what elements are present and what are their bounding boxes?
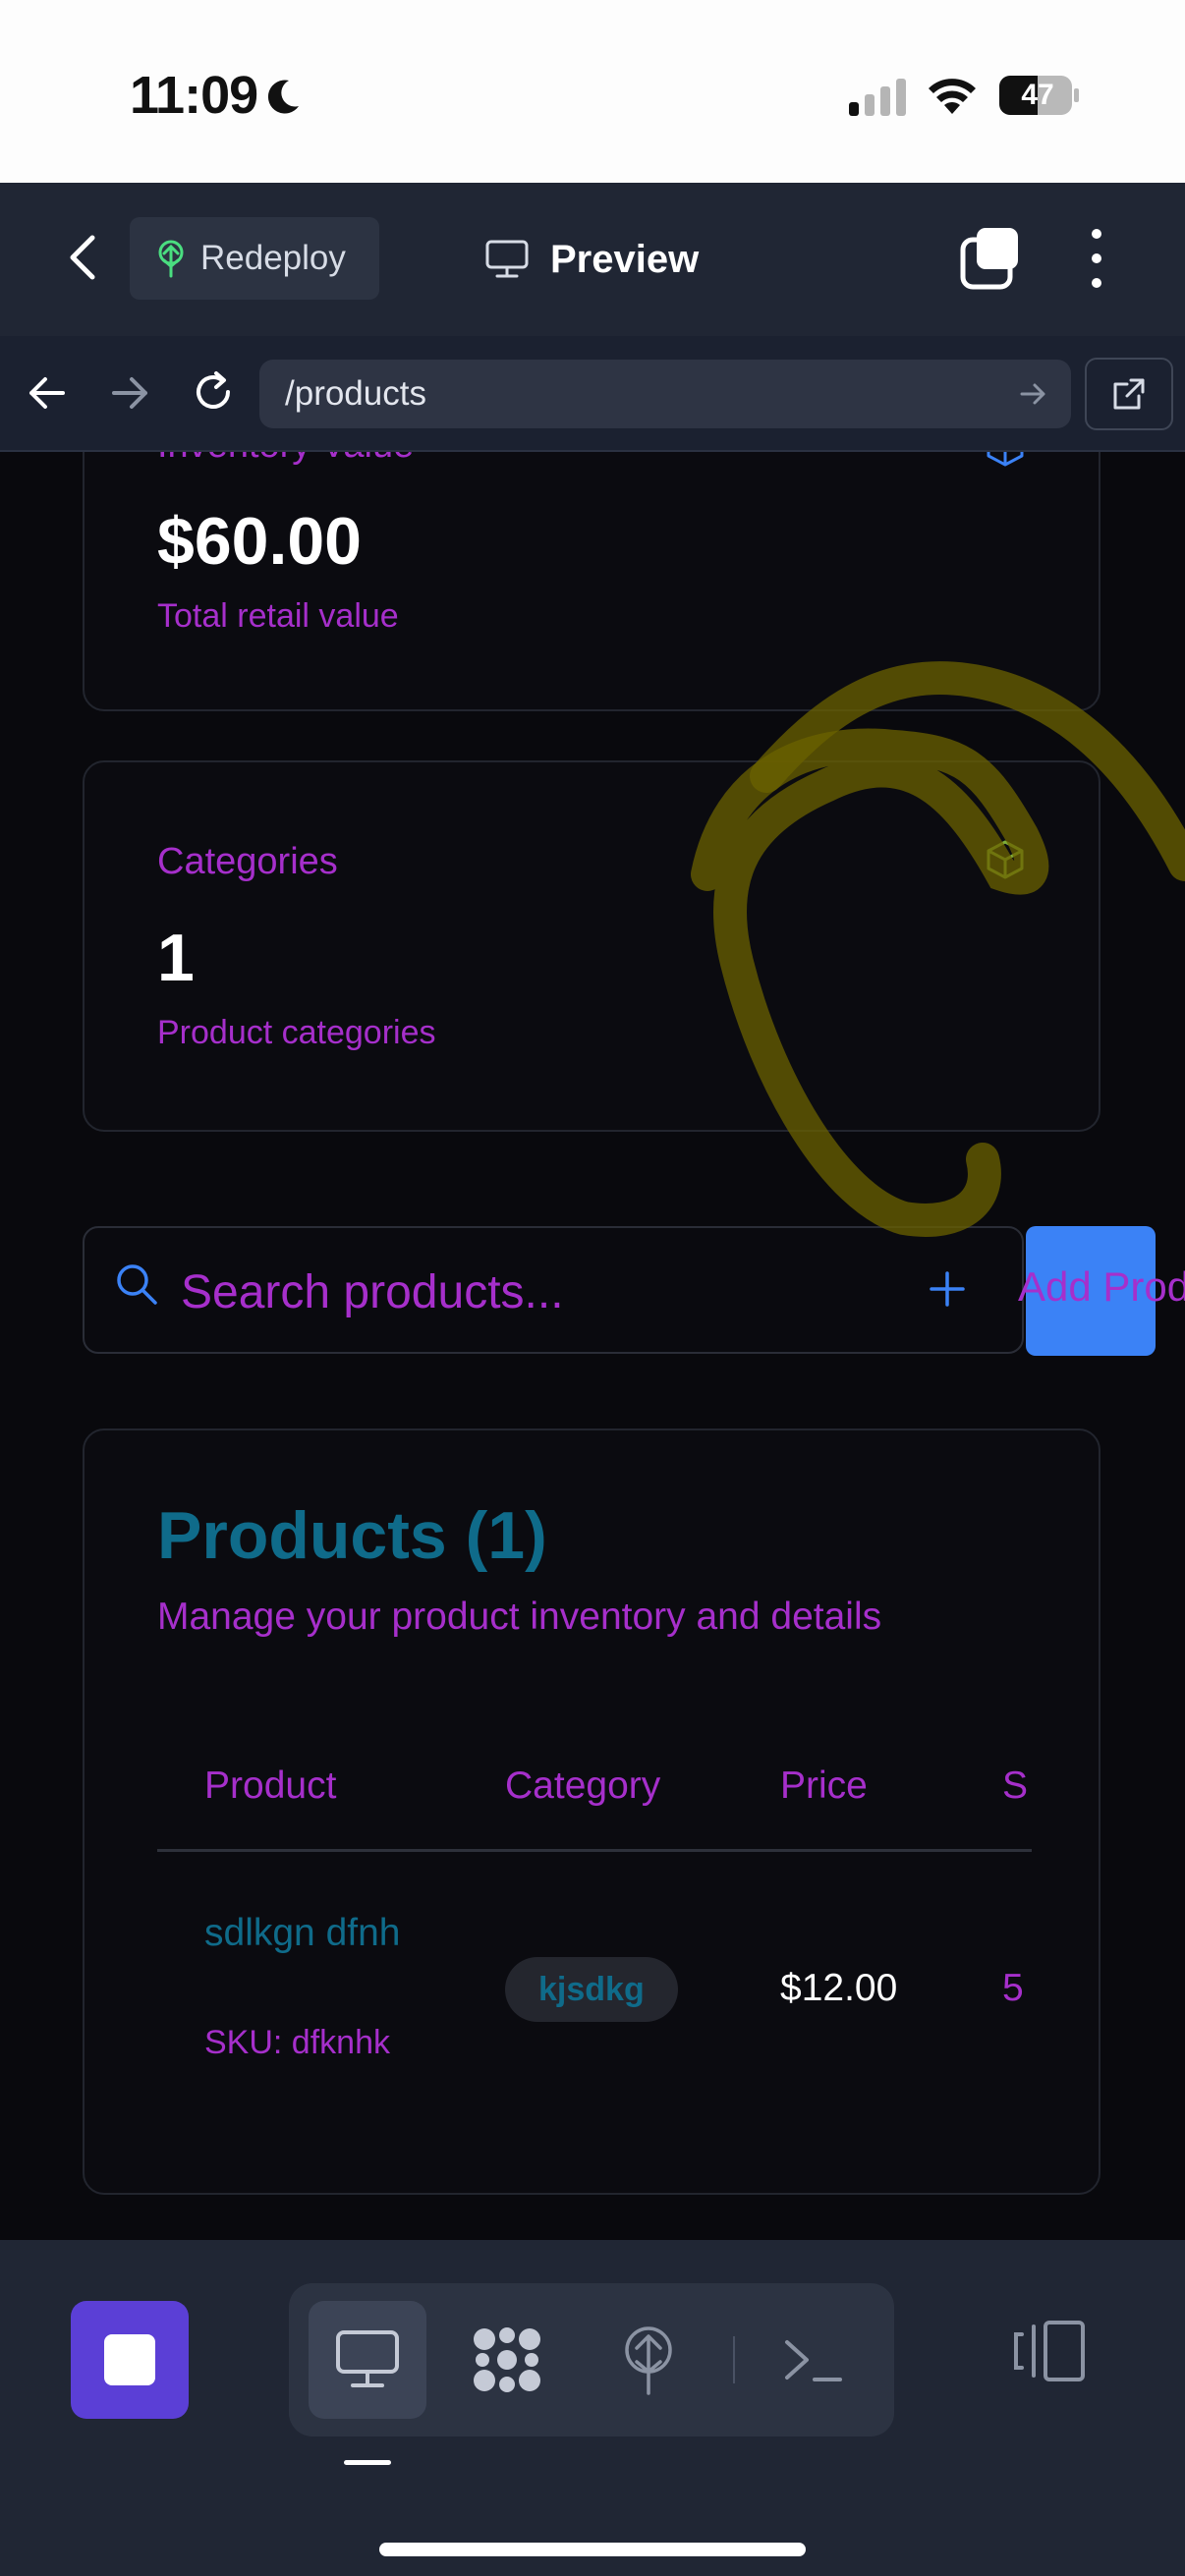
mode-divider bbox=[733, 2336, 735, 2383]
stop-button[interactable] bbox=[71, 2301, 189, 2419]
reload-icon[interactable] bbox=[189, 367, 238, 417]
go-arrow-icon[interactable] bbox=[1018, 379, 1049, 409]
card-subtitle: Product categories bbox=[157, 1014, 436, 1051]
active-tab-indicator bbox=[344, 2460, 391, 2465]
page-content: Inventory Value $60.00 Total retail valu… bbox=[0, 452, 1185, 2240]
product-price: $12.00 bbox=[780, 1967, 898, 2009]
preview-label: Preview bbox=[550, 237, 700, 281]
bottom-bar bbox=[0, 2240, 1185, 2576]
monitor-icon bbox=[485, 240, 529, 278]
battery-icon: 47 bbox=[998, 75, 1081, 116]
status-time: 11:09 bbox=[130, 66, 258, 125]
table-header-divider bbox=[157, 1849, 1032, 1852]
mode-deploy-button[interactable] bbox=[590, 2301, 707, 2419]
deploy-tree-icon bbox=[158, 240, 184, 278]
card-subtitle: Total retail value bbox=[157, 597, 399, 635]
open-external-button[interactable] bbox=[1085, 358, 1173, 430]
search-icon bbox=[117, 1264, 157, 1305]
products-title: Products (1) bbox=[157, 1498, 547, 1573]
product-stock: 5 bbox=[1002, 1967, 1024, 2009]
battery-level: 47 bbox=[1021, 79, 1054, 111]
product-sku: SKU: dfknhk bbox=[204, 2024, 390, 2061]
external-link-icon bbox=[1113, 378, 1145, 410]
mode-preview-button[interactable] bbox=[309, 2301, 426, 2419]
stop-icon bbox=[104, 2334, 155, 2385]
layout-toggle-icon[interactable] bbox=[1012, 2317, 1087, 2385]
mode-switcher bbox=[289, 2283, 894, 2436]
home-indicator bbox=[379, 2543, 806, 2556]
column-header-category: Category bbox=[505, 1764, 661, 1807]
terminal-icon bbox=[785, 2340, 842, 2381]
app-screen: 11:09 47 Redeploy Preview /products $60.… bbox=[0, 0, 1185, 2576]
monitor-icon bbox=[336, 2330, 399, 2387]
product-name: sdlkgn dfnh bbox=[204, 1912, 401, 1954]
mode-terminal-button[interactable] bbox=[755, 2301, 873, 2419]
column-header-product: Product bbox=[204, 1764, 337, 1807]
column-header-price: Price bbox=[780, 1764, 868, 1807]
card-label: Inventory Value bbox=[157, 452, 414, 467]
categories-card: Categories 1 Product categories bbox=[83, 760, 1100, 1132]
inventory-value-card: Inventory Value $60.00 Total retail valu… bbox=[83, 452, 1100, 711]
url-bar: /products bbox=[0, 336, 1185, 452]
card-value: 1 bbox=[157, 921, 195, 995]
status-bar: 11:09 47 bbox=[0, 0, 1185, 183]
grid-dots-icon bbox=[474, 2327, 540, 2392]
mode-apps-button[interactable] bbox=[448, 2301, 566, 2419]
more-vertical-icon[interactable] bbox=[1075, 226, 1118, 291]
moon-icon bbox=[267, 80, 299, 114]
category-badge: kjsdkg bbox=[505, 1957, 678, 2022]
add-product-button[interactable] bbox=[1026, 1226, 1156, 1356]
back-chevron-icon[interactable] bbox=[57, 228, 112, 287]
url-field[interactable]: /products bbox=[259, 360, 1071, 428]
box-icon bbox=[987, 840, 1024, 879]
arrow-left-icon[interactable] bbox=[24, 371, 71, 415]
deploy-tree-icon bbox=[625, 2326, 672, 2395]
card-label: Categories bbox=[157, 841, 338, 882]
products-card: Products (1) Manage your product invento… bbox=[83, 1428, 1100, 2195]
products-description: Manage your product inventory and detail… bbox=[157, 1596, 882, 1638]
search-box bbox=[83, 1226, 1024, 1354]
wifi-icon bbox=[929, 79, 976, 114]
box-icon bbox=[987, 452, 1024, 467]
redeploy-label: Redeploy bbox=[200, 239, 346, 277]
cellular-signal-icon bbox=[849, 79, 906, 116]
tabs-icon[interactable] bbox=[959, 226, 1022, 291]
plus-icon bbox=[930, 1271, 965, 1307]
search-input[interactable] bbox=[181, 1258, 928, 1326]
arrow-right-icon[interactable] bbox=[106, 371, 153, 415]
card-value: $60.00 bbox=[157, 504, 362, 579]
url-text: /products bbox=[285, 374, 426, 413]
column-header-stock: S bbox=[1002, 1764, 1029, 1807]
preview-tab[interactable]: Preview bbox=[485, 222, 699, 297]
app-top-bar: Redeploy Preview bbox=[0, 183, 1185, 336]
redeploy-button[interactable]: Redeploy bbox=[130, 217, 379, 300]
